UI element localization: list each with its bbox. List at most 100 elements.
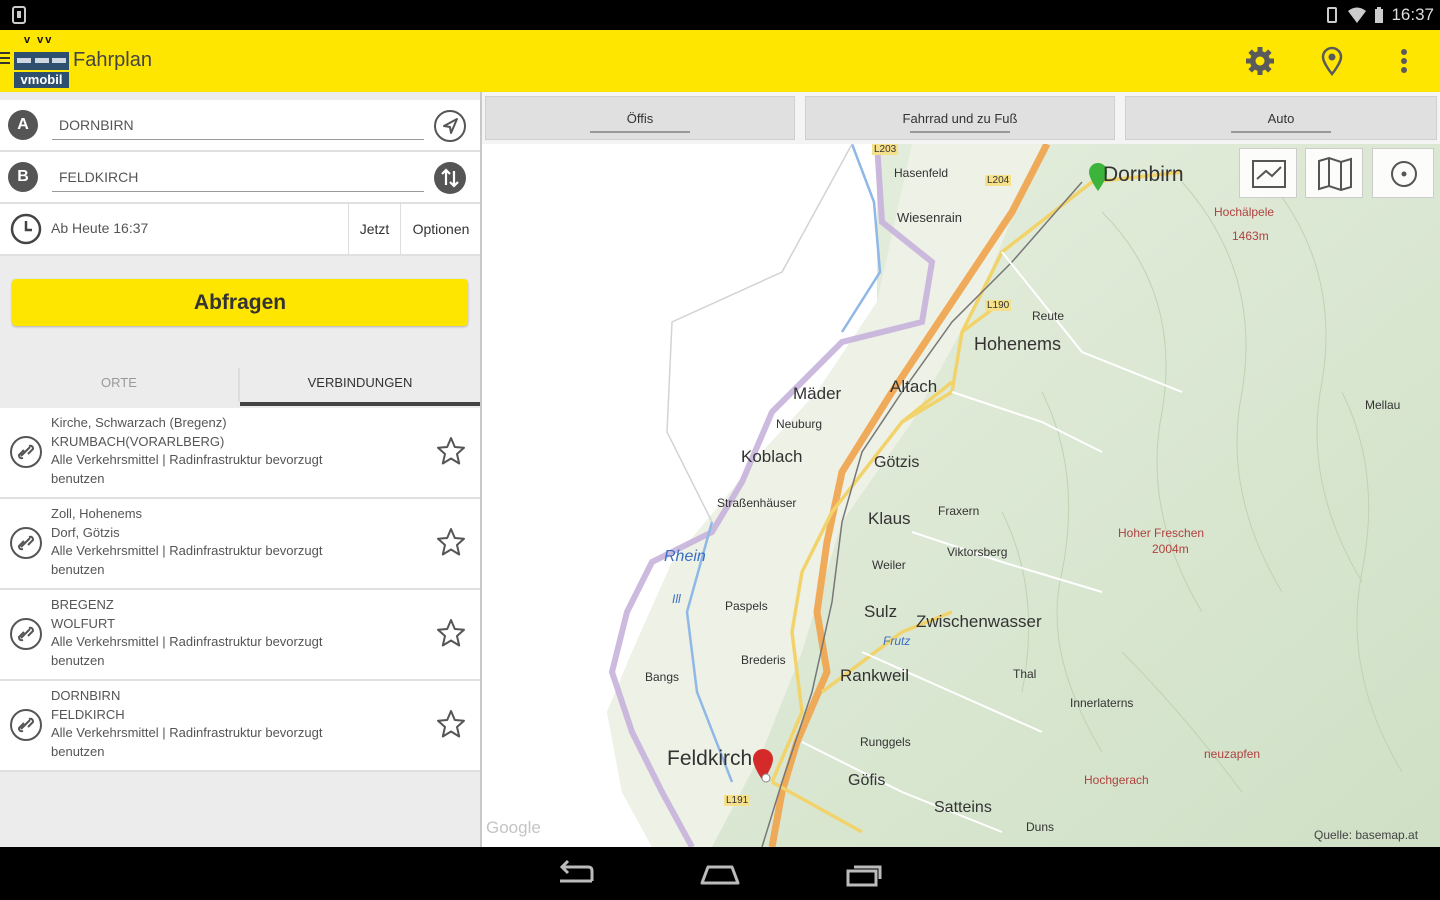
star-icon[interactable]	[434, 434, 468, 468]
map-label: Dornbirn	[1103, 163, 1184, 186]
map-label: Reute	[1032, 309, 1065, 323]
map-label: Wiesenrain	[897, 210, 963, 225]
map-label: Fraxern	[938, 504, 980, 518]
map-label: Paspels	[725, 599, 768, 613]
map-view[interactable]: Öffis Fahrrad und zu Fuß Auto Dornbirn H…	[482, 92, 1440, 847]
my-location-icon	[1391, 161, 1417, 187]
mode-public-transport[interactable]: Öffis	[485, 96, 795, 140]
wifi-icon	[1348, 7, 1367, 23]
link-icon	[10, 618, 42, 650]
road-label: L204	[985, 175, 1012, 186]
system-nav-bar	[0, 847, 1440, 900]
notification-icon	[12, 6, 26, 24]
from-marker: A	[8, 110, 38, 140]
map-label: Götzis	[874, 454, 920, 471]
tab-connections[interactable]: VERBINDUNGEN	[240, 360, 480, 406]
map-label: Bangs	[645, 670, 680, 684]
link-icon	[10, 527, 42, 559]
star-icon[interactable]	[434, 525, 468, 559]
list-item[interactable]: DORNBIRN FELDKIRCH Alle Verkehrsmittel | …	[0, 681, 480, 772]
back-icon[interactable]	[554, 859, 598, 889]
map-label: 1463m	[1232, 229, 1269, 243]
locate-icon[interactable]	[433, 109, 467, 143]
connection-text: Zoll, Hohenems Dorf, Götzis Alle Verkehrs…	[51, 506, 323, 577]
recent-apps-icon[interactable]	[842, 859, 886, 889]
overflow-menu-button[interactable]	[1387, 44, 1421, 78]
map-label: Rhein	[664, 548, 706, 565]
status-time: 16:37	[1391, 5, 1434, 24]
map-label: Klaus	[868, 509, 911, 528]
to-row: B FELDKIRCH	[0, 152, 480, 204]
map-label: Hochälpele	[1214, 205, 1275, 219]
map-background	[607, 142, 1440, 847]
location-button[interactable]	[1315, 44, 1349, 78]
options-button[interactable]: Optionen	[400, 204, 481, 254]
map-icon	[1318, 156, 1352, 192]
time-row: Ab Heute 16:37 Jetzt Optionen	[0, 204, 480, 256]
list-item[interactable]: BREGENZ WOLFURT Alle Verkehrsmittel | Rad…	[0, 590, 480, 681]
map-label: Satteins	[934, 799, 992, 816]
end-marker-icon[interactable]	[750, 747, 776, 783]
now-button[interactable]: Jetzt	[348, 204, 400, 254]
list-item[interactable]: Zoll, Hohenems Dorf, Götzis Alle Verkehrs…	[0, 499, 480, 590]
map-label: Mäder	[793, 384, 842, 403]
map-label: Göfis	[848, 772, 886, 789]
map-label: Mellau	[1365, 398, 1401, 412]
location-pin-icon	[1321, 46, 1343, 76]
app-bar: v vv vmobil Fahrplan	[0, 30, 1440, 92]
mode-bike-walk[interactable]: Fahrrad und zu Fuß	[805, 96, 1115, 140]
map-label: Sulz	[864, 602, 898, 621]
road-label: L203	[872, 144, 899, 155]
query-button[interactable]: Abfragen	[12, 279, 468, 326]
status-icons: 16:37	[1323, 5, 1434, 25]
map-label: Hasenfeld	[894, 166, 949, 180]
connection-text: BREGENZ WOLFURT Alle Verkehrsmittel | Rad…	[51, 597, 323, 668]
clock-icon	[10, 213, 42, 245]
search-panel: A DORNBIRN B FELDKIRCH Ab Heute 16:37 Je…	[0, 92, 482, 847]
map-label: Hohenems	[974, 334, 1062, 354]
star-icon[interactable]	[434, 616, 468, 650]
vmobil-logo[interactable]: v vv vmobil	[14, 34, 69, 88]
swap-icon[interactable]	[433, 161, 467, 195]
map-label: Ill	[672, 592, 681, 606]
map-label: Zwischenwasser	[916, 612, 1042, 631]
map-label: Neuburg	[776, 417, 823, 431]
to-marker: B	[8, 162, 38, 192]
departure-time[interactable]: Ab Heute 16:37	[51, 220, 148, 236]
home-icon[interactable]	[698, 859, 742, 889]
gear-icon	[1246, 47, 1274, 75]
drawer-menu-icon[interactable]	[0, 52, 10, 67]
map-label: Koblach	[741, 447, 803, 466]
settings-button[interactable]	[1243, 44, 1277, 78]
connection-text: DORNBIRN FELDKIRCH Alle Verkehrsmittel | …	[51, 688, 323, 759]
map-label: Hoher Freschen	[1118, 526, 1205, 540]
link-icon	[10, 436, 42, 468]
logo-mark: v vv	[24, 34, 54, 46]
mode-bar: Öffis Fahrrad und zu Fuß Auto	[482, 92, 1440, 144]
map-label: Innerlaterns	[1070, 696, 1134, 710]
overflow-menu-icon	[1401, 49, 1407, 73]
road-label: L190	[985, 300, 1012, 311]
star-icon[interactable]	[434, 707, 468, 741]
rotation-icon	[1327, 7, 1338, 23]
map-type-button[interactable]	[1305, 148, 1363, 198]
list-item[interactable]: Kirche, Schwarzach (Bregenz) KRUMBACH(VOR…	[0, 408, 480, 499]
mode-car[interactable]: Auto	[1125, 96, 1437, 140]
road-label: L191	[724, 795, 751, 806]
map-label: 2004m	[1152, 542, 1189, 556]
map-attribution: Quelle: basemap.at	[1314, 828, 1419, 842]
map-layer-button[interactable]	[1239, 148, 1297, 198]
map-label: neuzapfen	[1204, 747, 1261, 761]
map-label: Thal	[1013, 667, 1037, 681]
from-row: A DORNBIRN	[0, 100, 480, 152]
logo-text: vmobil	[14, 72, 69, 88]
from-input[interactable]: DORNBIRN	[52, 112, 424, 140]
map-label: Duns	[1026, 820, 1055, 834]
tab-bar: ORTE VERBINDUNGEN	[0, 360, 480, 406]
map-label: Altach	[890, 377, 938, 396]
my-location-button[interactable]	[1372, 148, 1434, 198]
map-label: Rankweil	[840, 666, 909, 685]
map-label: Feldkirch	[667, 747, 753, 770]
tab-places[interactable]: ORTE	[0, 360, 238, 406]
to-input[interactable]: FELDKIRCH	[52, 164, 424, 192]
